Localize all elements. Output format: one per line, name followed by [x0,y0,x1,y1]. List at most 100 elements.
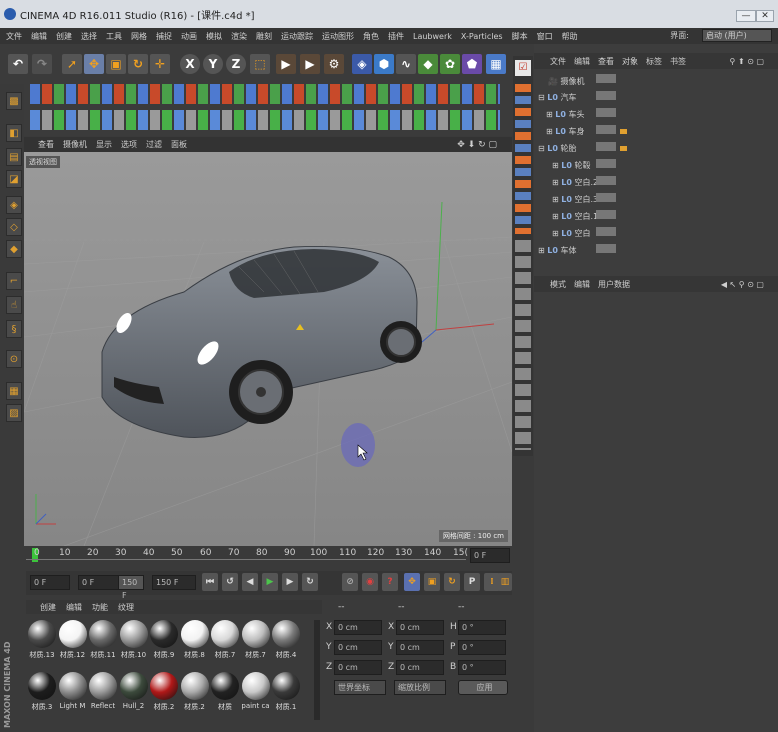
menu-plugins[interactable]: 插件 [388,31,404,42]
menu-help[interactable]: 帮助 [562,31,578,42]
material-swatch[interactable] [119,672,148,700]
next-key-icon[interactable]: ↻ [302,573,318,591]
size-mode-select[interactable]: 缩放比例 [394,680,446,695]
mm-menu-function[interactable]: 功能 [92,602,108,613]
plugin-shelf-row-1[interactable] [30,84,500,104]
key-scale-icon[interactable]: ▣ [424,573,440,591]
make-editable-icon[interactable]: ▩ [6,92,22,110]
am-menu-edit[interactable]: 编辑 [574,279,590,290]
menu-character[interactable]: 角色 [363,31,379,42]
om-menu-file[interactable]: 文件 [550,56,566,67]
move-tool-icon[interactable]: ✥ [84,54,104,74]
render-view-icon[interactable]: ▶ [276,54,296,74]
mm-menu-texture[interactable]: 纹理 [118,602,134,613]
om-menu-objects[interactable]: 对象 [622,56,638,67]
menu-motion-tracker[interactable]: 运动跟踪 [281,31,313,42]
menu-sculpt[interactable]: 雕刻 [256,31,272,42]
previous-frame-icon[interactable]: ◀ [242,573,258,591]
close-button[interactable]: ✕ [756,10,774,22]
position-x-field[interactable]: 0 cm [334,620,382,635]
menu-render[interactable]: 渲染 [231,31,247,42]
plugin-shelf-row-2[interactable] [30,110,500,130]
apply-button[interactable]: 应用 [458,680,508,695]
menu-select[interactable]: 选择 [81,31,97,42]
polygons-mode-icon[interactable]: ◆ [6,240,22,258]
end-frame-field[interactable]: 150 F [152,575,196,590]
autokey-icon[interactable]: ? [382,573,398,591]
workplane-icon[interactable]: ◪ [6,170,22,188]
layout-select[interactable]: 启动 (用户) [702,29,772,42]
rotation-b-field[interactable]: 0 ° [458,660,506,675]
current-frame-field[interactable]: 0 F [470,548,510,563]
floor-icon[interactable]: ▦ [486,54,506,74]
start-frame-field[interactable]: 0 F [30,575,70,590]
tag-icon[interactable] [620,129,627,134]
material-swatch[interactable] [241,672,270,700]
select-tool-icon[interactable]: ➚ [62,54,82,74]
render-settings-icon[interactable]: ⚙ [324,54,344,74]
position-z-field[interactable]: 0 cm [334,660,382,675]
mm-menu-create[interactable]: 创建 [40,602,56,613]
mm-menu-edit[interactable]: 编辑 [66,602,82,613]
viewport-menu-filter[interactable]: 过滤 [146,139,162,150]
material-scrollbar[interactable] [314,620,320,720]
material-swatch[interactable] [89,620,117,648]
object-row-car[interactable]: ⊟ L0 汽车 [534,90,778,106]
material-swatch[interactable] [28,672,56,700]
deformer-icon[interactable]: ⬟ [462,54,482,74]
object-row-null-3[interactable]: ⊞ L0 空白.3 [534,192,778,208]
material-swatch[interactable] [211,620,239,648]
array-icon[interactable]: ✿ [440,54,460,74]
om-search-icon[interactable]: ⚲ ⬆ ⊙ ▢ [730,57,764,66]
snap-icon[interactable]: § [6,320,22,338]
scale-tool-icon[interactable]: ▣ [106,54,126,74]
object-row-null[interactable]: ⊞ L0 空白 [534,226,778,242]
perspective-viewport[interactable]: 透视视图 网格间距 : 100 cm [24,152,512,546]
record-keys-icon[interactable]: ◉ [362,573,378,591]
palette-object-icon[interactable]: ☑ [515,60,531,76]
range-end-field[interactable]: 150 F [118,575,144,600]
material-swatch[interactable] [150,672,178,700]
menu-window[interactable]: 窗口 [537,31,553,42]
am-menu-user-data[interactable]: 用户数据 [598,279,630,290]
om-menu-tags[interactable]: 标签 [646,56,662,67]
viewport-menu-view[interactable]: 查看 [38,139,54,150]
model-mode-icon[interactable]: ◧ [6,124,22,142]
previous-key-icon[interactable]: ↺ [222,573,238,591]
material-swatch[interactable] [241,620,270,648]
palette-tool-strip[interactable] [515,84,531,234]
x-axis-lock-button[interactable]: X [180,54,200,74]
next-frame-icon[interactable]: ▶ [282,573,298,591]
viewport-navigation-icon[interactable]: ✥ ⬇ ↻ ▢ [457,140,497,150]
material-swatch[interactable] [272,672,300,700]
go-to-start-icon[interactable]: ⏮ [202,573,218,591]
undo-icon[interactable]: ↶ [8,54,28,74]
key-parameter-icon[interactable]: P [464,573,480,591]
viewport-menu-display[interactable]: 显示 [96,139,112,150]
material-swatch[interactable] [150,620,178,648]
position-y-field[interactable]: 0 cm [334,640,382,655]
rotation-p-field[interactable]: 0 ° [458,640,506,655]
viewport-menu-cameras[interactable]: 摄像机 [63,139,87,150]
am-menu-mode[interactable]: 模式 [550,279,566,290]
magnet-icon[interactable]: ⊙ [6,350,22,368]
om-menu-view[interactable]: 查看 [598,56,614,67]
material-swatch[interactable] [211,672,239,700]
texture-mode-icon[interactable]: ▤ [6,148,22,166]
material-swatch[interactable] [58,620,87,648]
live-select-icon[interactable]: ✛ [150,54,170,74]
rotate-tool-icon[interactable]: ↻ [128,54,148,74]
motion-record-icon[interactable]: ⊘ [342,573,358,591]
minimize-button[interactable]: — [736,10,756,22]
tweak-mode-icon[interactable]: ☝ [6,296,22,314]
object-row-null-2[interactable]: ⊞ L0 空白.2 [534,175,778,191]
menu-create[interactable]: 创建 [56,31,72,42]
material-swatch[interactable] [180,620,209,648]
cube-icon[interactable]: ◈ [352,54,372,74]
menu-animate[interactable]: 动画 [181,31,197,42]
points-mode-icon[interactable]: ◈ [6,196,22,214]
material-swatch[interactable] [28,620,56,648]
menu-simulate[interactable]: 模拟 [206,31,222,42]
nurbs-icon[interactable]: ◆ [418,54,438,74]
material-swatch[interactable] [58,672,87,700]
